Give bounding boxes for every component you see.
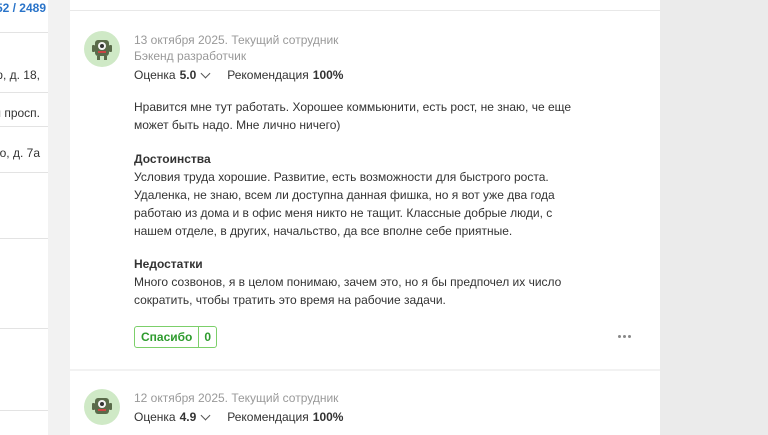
review-intro: Нравится мне тут работать. Хорошее коммь…: [134, 100, 572, 132]
thanks-button[interactable]: Спасибо 0: [134, 326, 218, 348]
address-line: й просп.: [0, 106, 40, 120]
rating-value[interactable]: 4.9: [180, 410, 197, 424]
recommend-value: 100%: [312, 410, 344, 424]
divider: [0, 32, 48, 33]
divider: [0, 92, 48, 93]
section-header: [70, 0, 660, 11]
divider: [0, 172, 48, 173]
recommend-value: 100%: [312, 68, 344, 82]
recommend-label: Рекомендация: [227, 68, 309, 82]
divider: [0, 238, 48, 239]
review-role: Бэкенд разработчик: [134, 49, 247, 63]
cons-text: Много созвонов, я в целом понимаю, зачем…: [134, 275, 562, 307]
chevron-down-icon[interactable]: [200, 68, 211, 79]
divider: [0, 126, 48, 127]
pros-text: Условия труда хорошие. Развитие, есть во…: [134, 170, 555, 238]
review-meta: 12 октября 2025. Текущий сотрудник: [134, 391, 339, 405]
rating-label: Оценка: [134, 410, 176, 424]
divider: [0, 328, 48, 329]
pros-title: Достоинства: [134, 152, 211, 166]
rating-label: Оценка: [134, 68, 176, 82]
chevron-down-icon[interactable]: [200, 410, 211, 421]
rating-value[interactable]: 5.0: [180, 68, 197, 82]
review-meta: 13 октября 2025. Текущий сотрудник: [134, 33, 339, 47]
rating-row: Оценка 4.9 Рекомендация 100%: [134, 410, 343, 424]
robot-avatar-icon: [84, 389, 120, 425]
review-card: 12 октября 2025. Текущий сотрудник Оценк…: [70, 371, 660, 435]
address-line: рго, д. 7а: [0, 146, 40, 160]
more-dots-icon[interactable]: [618, 331, 638, 341]
review-card: 13 октября 2025. Текущий сотрудник Бэкен…: [70, 11, 660, 369]
reviews-counter[interactable]: 52 / 2489: [0, 0, 48, 20]
cons-title: Недостатки: [134, 257, 203, 271]
rating-row: Оценка 5.0 Рекомендация 100%: [134, 68, 343, 82]
left-panel: 52 / 2489 р, д. 18, й просп. рго, д. 7а: [0, 0, 48, 435]
divider: [0, 410, 48, 411]
recommend-label: Рекомендация: [227, 410, 309, 424]
robot-avatar-icon: [84, 31, 120, 67]
thanks-count: 0: [198, 327, 216, 347]
right-gutter: [660, 0, 768, 435]
address-line: р, д. 18,: [0, 68, 40, 82]
thanks-label: Спасибо: [141, 330, 193, 344]
